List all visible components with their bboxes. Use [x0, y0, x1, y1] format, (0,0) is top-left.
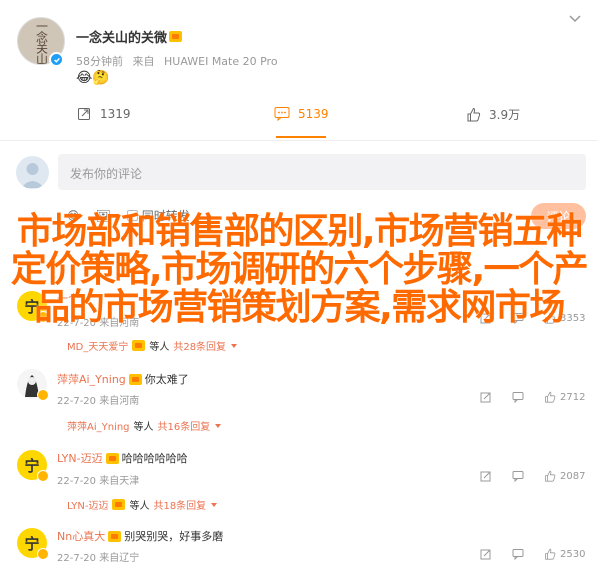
- comment-text: 别哭别哭，好事多磨: [124, 530, 224, 543]
- reply-author[interactable]: MD_天天爱宁: [67, 338, 128, 353]
- post-header: 一念关山 一念关山的关微 58分钟前 来自 HUAWEI Mate 20 Pro…: [0, 0, 598, 96]
- chevron-down-icon[interactable]: [214, 423, 222, 429]
- comment-like-count: 2087: [560, 470, 586, 482]
- comment-text: 哈哈哈哈哈哈: [121, 452, 188, 465]
- post-meta: 58分钟前 来自 HUAWEI Mate 20 Pro: [76, 53, 284, 69]
- reply-suffix: 等人: [133, 422, 154, 433]
- member-badge-icon: [169, 27, 182, 46]
- repost-button[interactable]: 1319: [77, 106, 131, 121]
- author-name[interactable]: 一念关山的关微: [76, 27, 167, 46]
- post-source-prefix: 来自: [132, 55, 155, 68]
- repost-count: 1319: [100, 106, 131, 121]
- comment-actions: 2087: [480, 470, 585, 482]
- member-badge-icon: [112, 499, 126, 510]
- verified-icon: [37, 389, 49, 401]
- comment-location: 来自天津: [99, 476, 140, 487]
- like-count: 3.9万: [489, 108, 521, 122]
- comment-like-count: 2712: [560, 391, 586, 403]
- comment-meta: 22-7-20 来自辽宁: [57, 549, 139, 564]
- repost-icon: [77, 106, 92, 121]
- active-tab-indicator: [276, 136, 326, 138]
- reply-icon[interactable]: [512, 548, 524, 560]
- like-icon: [466, 107, 481, 122]
- comment-actions: 2530: [480, 548, 585, 560]
- verified-icon: [37, 470, 49, 482]
- like-icon: [545, 470, 556, 482]
- divider: [0, 140, 598, 141]
- post-source: HUAWEI Mate 20 Pro: [164, 55, 278, 68]
- chevron-down-icon[interactable]: [210, 502, 218, 508]
- comment-actions: 2712: [480, 391, 585, 403]
- comment-like-count: 2530: [560, 548, 586, 560]
- reply-icon[interactable]: [512, 470, 524, 482]
- comment-replies[interactable]: MD_天天爱宁 等人 共28条回复: [67, 338, 238, 353]
- reply-suffix: 等人: [129, 501, 150, 512]
- reply-suffix: 等人: [149, 342, 170, 353]
- comment-text: 你太难了: [144, 373, 189, 386]
- verified-icon: [37, 548, 49, 560]
- chevron-down-icon[interactable]: [568, 14, 582, 24]
- share-icon[interactable]: [480, 470, 492, 482]
- my-avatar[interactable]: [16, 156, 49, 189]
- share-icon[interactable]: [480, 391, 492, 403]
- comment-icon: [274, 106, 290, 121]
- comment-meta: 22-7-20 来自河南: [57, 392, 139, 407]
- comment-like-button[interactable]: 2530: [544, 548, 585, 560]
- comment-count: 5139: [298, 106, 329, 121]
- share-icon[interactable]: [480, 548, 492, 560]
- post-time: 58分钟前: [76, 55, 123, 68]
- comment-like-button[interactable]: 2712: [544, 391, 585, 403]
- like-icon: [545, 548, 556, 560]
- member-badge-icon: [108, 530, 122, 542]
- reply-count[interactable]: 共16条回复: [158, 418, 211, 433]
- verified-icon: [49, 52, 64, 67]
- comment-input[interactable]: 发布你的评论: [58, 154, 586, 190]
- comment-author[interactable]: Nn心真大: [57, 528, 105, 544]
- comment-like-button[interactable]: 2087: [544, 470, 585, 482]
- reply-icon[interactable]: [512, 391, 524, 403]
- member-badge-icon: [128, 373, 142, 385]
- comment-location: 来自河南: [99, 396, 140, 407]
- like-icon: [545, 391, 556, 403]
- reply-author[interactable]: 萍萍Ai_Yning: [67, 418, 130, 433]
- action-bar: 1319 5139 3.9万: [0, 102, 598, 132]
- overlay-headline: 市场部和销售部的区别,市场营销五种定价策略,市场调研的六个步骤,一个产品的市场营…: [10, 211, 589, 328]
- comment-replies[interactable]: 萍萍Ai_Yning 等人 共16条回复: [67, 418, 222, 433]
- comment-time: 22-7-20: [57, 476, 97, 487]
- comment-author[interactable]: 萍萍Ai_Yning: [57, 371, 126, 387]
- comment-line: Nn心真大 别哭别哭，好事多磨: [57, 528, 223, 544]
- reply-count[interactable]: 共28条回复: [173, 338, 226, 353]
- member-badge-icon: [132, 340, 146, 351]
- comment-author[interactable]: LYN-迈迈: [57, 450, 103, 466]
- comment-time: 22-7-20: [57, 553, 97, 564]
- comment-replies[interactable]: LYN-迈迈 等人 共18条回复: [67, 497, 218, 512]
- comment-location: 来自辽宁: [99, 553, 140, 564]
- comment-line: 萍萍Ai_Yning 你太难了: [57, 371, 189, 387]
- comment-time: 22-7-20: [57, 396, 97, 407]
- comment-line: LYN-迈迈 哈哈哈哈哈哈: [57, 450, 188, 466]
- comment-button[interactable]: 5139: [274, 106, 598, 121]
- reply-author[interactable]: LYN-迈迈: [67, 497, 108, 512]
- like-button[interactable]: 3.9万: [466, 106, 520, 123]
- chevron-down-icon[interactable]: [230, 343, 238, 349]
- post-emoji: 😂🤔: [76, 70, 110, 86]
- member-badge-icon: [105, 452, 119, 464]
- reply-count[interactable]: 共18条回复: [153, 497, 206, 512]
- comment-meta: 22-7-20 来自天津: [57, 472, 139, 487]
